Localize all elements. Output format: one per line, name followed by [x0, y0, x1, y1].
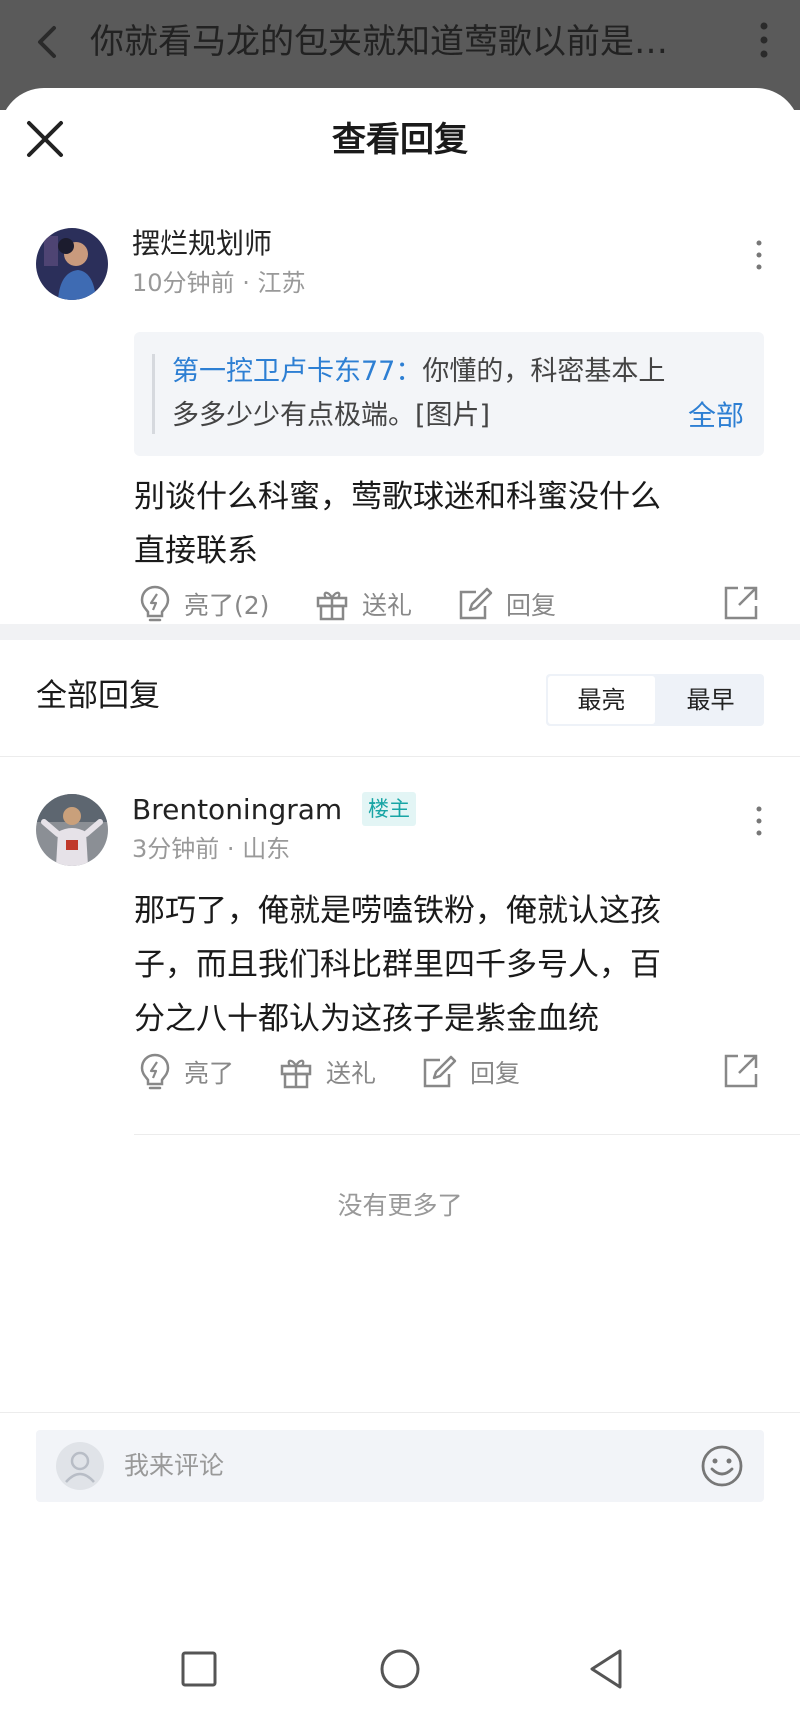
quote-author[interactable]: 第一控卫卢卡东77： [172, 356, 422, 387]
gift-label: 送礼 [326, 1059, 377, 1088]
comment-body-line: 直接联系 [134, 533, 258, 569]
comment-body: 别谈什么科蜜，莺歌球迷和科蜜没什么 直接联系 [134, 470, 661, 578]
like-label: 亮了(2) [184, 591, 270, 620]
comment-placeholder: 我来评论 [124, 1451, 225, 1480]
meta-separator: · [242, 269, 258, 297]
reply-sheet: 查看回复 摆烂规划师 10分钟前 · 江苏 第一控卫卢卡东77：你懂的，科密基本… [0, 88, 800, 1712]
gift-icon [280, 1059, 312, 1089]
comment-meta: 10分钟前 · 江苏 [132, 266, 305, 300]
avatar[interactable] [36, 228, 108, 300]
share-icon[interactable] [722, 584, 760, 622]
back-icon[interactable] [584, 1646, 630, 1692]
more-options-icon[interactable] [754, 238, 764, 272]
sort-option-earliest[interactable]: 最早 [657, 674, 764, 726]
comment-input[interactable]: 我来评论 [36, 1430, 764, 1502]
reply-time: 3分钟前 [132, 835, 220, 863]
like-button[interactable]: 亮了(2) [138, 584, 269, 624]
reply-body-line: 那巧了，俺就是唠嗑铁粉，俺就认这孩 [134, 893, 661, 929]
reply-body-line: 分之八十都认为这孩子是紫金血统 [134, 1001, 599, 1037]
divider [0, 756, 800, 757]
comment-time: 10分钟前 [132, 269, 235, 297]
page-title: 你就看马龙的包夹就知道莺歌以前是… [90, 22, 668, 62]
meta-separator: · [226, 835, 243, 863]
sheet-title: 查看回复 [332, 120, 468, 160]
gift-button[interactable]: 送礼 [278, 1052, 376, 1092]
user-icon [65, 1451, 95, 1483]
reply-body: 那巧了，俺就是唠嗑铁粉，俺就认这孩 子，而且我们科比群里四千多号人，百 分之八十… [134, 884, 661, 1046]
lightbulb-icon [140, 1053, 170, 1090]
sort-option-brightest[interactable]: 最亮 [548, 676, 655, 724]
like-label: 亮了 [184, 1059, 235, 1088]
comment-username[interactable]: 摆烂规划师 [132, 224, 272, 264]
emoji-icon[interactable] [700, 1444, 744, 1488]
system-navbar [0, 1626, 800, 1710]
reply-button[interactable]: 回复 [420, 1052, 520, 1092]
lightbulb-icon [140, 585, 170, 622]
sort-toggle: 最亮 最早 [546, 674, 764, 726]
section-divider [0, 624, 800, 640]
op-badge: 楼主 [362, 792, 416, 826]
quote-text-block: 第一控卫卢卡东77：你懂的，科密基本上多多少少有点极端。[图片] [172, 350, 692, 438]
gift-icon [316, 591, 348, 621]
quoted-comment[interactable]: 第一控卫卢卡东77：你懂的，科密基本上多多少少有点极端。[图片] 全部 [134, 332, 764, 456]
gift-label: 送礼 [362, 591, 413, 620]
gift-button[interactable]: 送礼 [314, 584, 412, 624]
edit-icon [423, 1055, 457, 1088]
sheet-header: 查看回复 [0, 88, 800, 184]
more-vertical-icon[interactable] [756, 16, 772, 64]
back-arrow-icon[interactable] [30, 18, 66, 66]
divider [134, 1134, 800, 1135]
edit-icon [459, 587, 493, 620]
like-button[interactable]: 亮了 [138, 1052, 234, 1092]
quote-bar [152, 354, 155, 434]
home-icon[interactable] [377, 1646, 423, 1692]
no-more-text: 没有更多了 [337, 1191, 463, 1220]
section-title: 全部回复 [36, 678, 160, 714]
divider [0, 1412, 800, 1413]
recents-icon[interactable] [176, 1646, 222, 1692]
expand-all-link[interactable]: 全部 [688, 394, 744, 438]
reply-label: 回复 [470, 1059, 521, 1088]
reply-username[interactable]: Brentoningram [132, 790, 342, 830]
share-icon[interactable] [722, 1052, 760, 1090]
reply-location: 山东 [242, 835, 291, 863]
comment-body-line: 别谈什么科蜜，莺歌球迷和科蜜没什么 [134, 479, 661, 515]
comment-location: 江苏 [257, 269, 306, 297]
user-avatar-placeholder [56, 1442, 104, 1490]
reply-button[interactable]: 回复 [456, 584, 556, 624]
avatar[interactable] [36, 794, 108, 866]
reply-body-line: 子，而且我们科比群里四千多号人，百 [134, 947, 661, 983]
reply-meta: 3分钟前 · 山东 [132, 832, 290, 866]
more-options-icon[interactable] [754, 804, 764, 838]
reply-label: 回复 [506, 591, 557, 620]
